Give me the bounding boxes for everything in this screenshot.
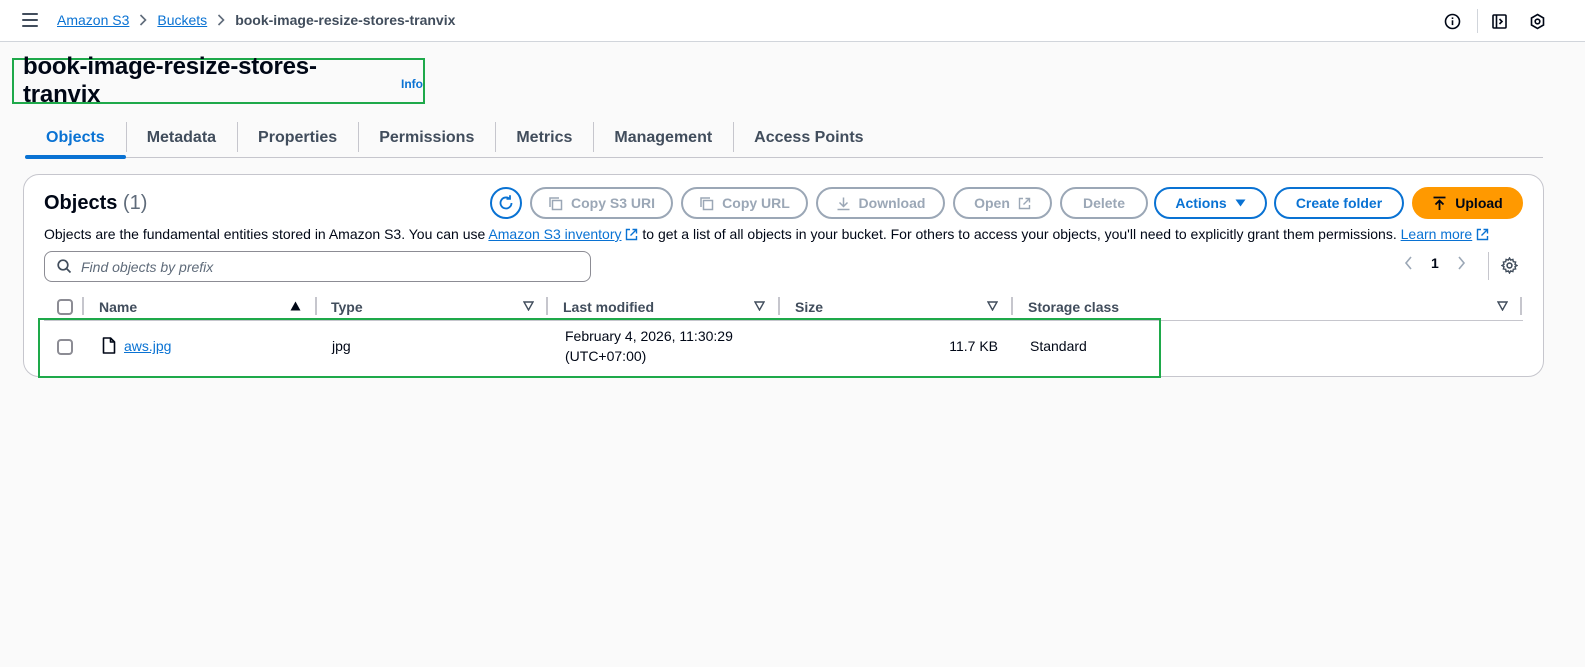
external-link-icon: [1477, 228, 1489, 241]
select-all-checkbox[interactable]: [57, 298, 73, 315]
pager-divider: [1488, 252, 1489, 280]
sort-icon[interactable]: [1497, 301, 1508, 311]
column-separator: [1011, 297, 1013, 315]
page-number[interactable]: 1: [1431, 255, 1439, 271]
tab-metrics[interactable]: Metrics: [495, 118, 593, 157]
file-icon: [102, 337, 116, 354]
tab-properties[interactable]: Properties: [237, 118, 358, 157]
page-title: book-image-resize-stores-tranvix: [23, 53, 317, 108]
copy-s3-uri-label: Copy S3 URI: [570, 195, 655, 211]
breadcrumb-amazon-s3[interactable]: Amazon S3: [57, 12, 129, 28]
info-icon[interactable]: [1443, 12, 1461, 30]
pagination: 1: [1404, 255, 1466, 271]
column-separator: [546, 297, 548, 315]
copy-icon: [549, 196, 563, 210]
object-type: jpg: [332, 338, 351, 354]
select-all-cell: [57, 293, 73, 320]
chevron-left-icon[interactable]: [1404, 256, 1413, 270]
toolbar-divider: [1477, 9, 1478, 33]
objects-count: (1): [122, 192, 148, 214]
delete-button[interactable]: Delete: [1060, 187, 1148, 219]
hexagon-icon[interactable]: [1528, 12, 1546, 30]
external-link-icon: [1018, 197, 1031, 209]
sort-icon[interactable]: [987, 301, 998, 311]
description-text: Objects are the fundamental entities sto…: [44, 226, 486, 242]
objects-heading: Objects (1): [44, 192, 147, 215]
objects-panel: Objects (1) Copy S3 URI Copy URL Downloa…: [23, 174, 1544, 378]
object-last-modified-timezone: (UTC+07:00): [565, 348, 647, 364]
bucket-tabs: Objects Metadata Properties Permissions …: [25, 118, 1543, 159]
download-label: Download: [858, 195, 926, 211]
copy-url-label: Copy URL: [722, 195, 790, 211]
external-link-icon: [626, 228, 638, 241]
object-name-link[interactable]: aws.jpg: [124, 338, 171, 354]
upload-icon: [1433, 196, 1446, 210]
objects-heading-label: Objects: [44, 192, 118, 214]
tab-management[interactable]: Management: [593, 118, 733, 157]
table-row[interactable]: aws.jpg jpg February 4, 2026, 11:30:29 (…: [38, 318, 1161, 378]
object-storage-class: Standard: [1030, 338, 1087, 354]
column-header-storage-class[interactable]: Storage class: [1028, 293, 1119, 320]
upload-label: Upload: [1455, 195, 1503, 211]
row-checkbox[interactable]: [57, 339, 73, 355]
actions-dropdown[interactable]: Actions: [1154, 187, 1267, 219]
table-header: Name Type Last modified Size Storage cla…: [44, 293, 1523, 321]
sort-icon[interactable]: [523, 301, 534, 311]
create-folder-label: Create folder: [1295, 195, 1383, 211]
search-input[interactable]: [81, 258, 561, 275]
page-header: book-image-resize-stores-tranvix Info: [12, 53, 425, 108]
info-link[interactable]: Info: [401, 77, 423, 91]
column-separator: [82, 297, 84, 315]
column-header-name[interactable]: Name: [99, 293, 137, 320]
settings-icon[interactable]: [1501, 257, 1518, 274]
upload-button[interactable]: Upload: [1412, 187, 1523, 219]
breadcrumb: Amazon S3 Buckets book-image-resize-stor…: [57, 12, 455, 28]
column-header-size[interactable]: Size: [795, 293, 823, 320]
top-navigation-bar: Amazon S3 Buckets book-image-resize-stor…: [0, 0, 1585, 42]
description-text-2: to get a list of all objects in your buc…: [642, 226, 1397, 242]
s3-inventory-label: Amazon S3 inventory: [488, 226, 622, 242]
object-last-modified-date: February 4, 2026, 11:30:29: [565, 328, 733, 344]
object-size: 11.7 KB: [949, 338, 998, 354]
copy-icon: [700, 196, 714, 210]
refresh-button[interactable]: [490, 187, 522, 219]
chevron-right-icon[interactable]: [1457, 256, 1466, 270]
download-icon: [837, 197, 850, 210]
copy-s3-uri-button[interactable]: Copy S3 URI: [530, 187, 673, 219]
open-button[interactable]: Open: [953, 187, 1052, 219]
tab-access-points[interactable]: Access Points: [733, 118, 884, 157]
learn-more-label: Learn more: [1400, 226, 1473, 242]
tab-metadata[interactable]: Metadata: [125, 118, 237, 157]
create-folder-button[interactable]: Create folder: [1274, 187, 1404, 219]
objects-description: Objects are the fundamental entities sto…: [44, 226, 1489, 242]
refresh-icon: [499, 195, 513, 210]
sort-icon[interactable]: [754, 301, 765, 311]
column-separator: [315, 297, 317, 315]
search-box: [44, 251, 591, 282]
menu-icon[interactable]: [22, 13, 38, 27]
column-separator: [778, 297, 780, 315]
breadcrumb-buckets[interactable]: Buckets: [157, 12, 207, 28]
column-separator: [1520, 297, 1522, 315]
column-header-type[interactable]: Type: [331, 293, 363, 320]
breadcrumb-current: book-image-resize-stores-tranvix: [235, 12, 456, 28]
delete-label: Delete: [1082, 195, 1126, 211]
caret-down-icon: [1235, 199, 1246, 207]
chevron-right-icon: [217, 14, 225, 26]
download-button[interactable]: Download: [816, 187, 945, 219]
open-label: Open: [974, 195, 1010, 211]
copy-url-button[interactable]: Copy URL: [681, 187, 808, 219]
tab-permissions[interactable]: Permissions: [358, 118, 495, 157]
actions-label: Actions: [1175, 195, 1227, 211]
chevron-right-icon: [139, 14, 148, 26]
panel-icon[interactable]: [1490, 12, 1508, 30]
column-header-last-modified[interactable]: Last modified: [563, 293, 654, 320]
search-icon: [57, 259, 72, 274]
s3-inventory-link[interactable]: Amazon S3 inventory: [488, 226, 638, 242]
learn-more-link[interactable]: Learn more: [1401, 226, 1490, 242]
sort-ascending-icon[interactable]: [290, 301, 301, 311]
tab-objects[interactable]: Objects: [25, 118, 126, 159]
